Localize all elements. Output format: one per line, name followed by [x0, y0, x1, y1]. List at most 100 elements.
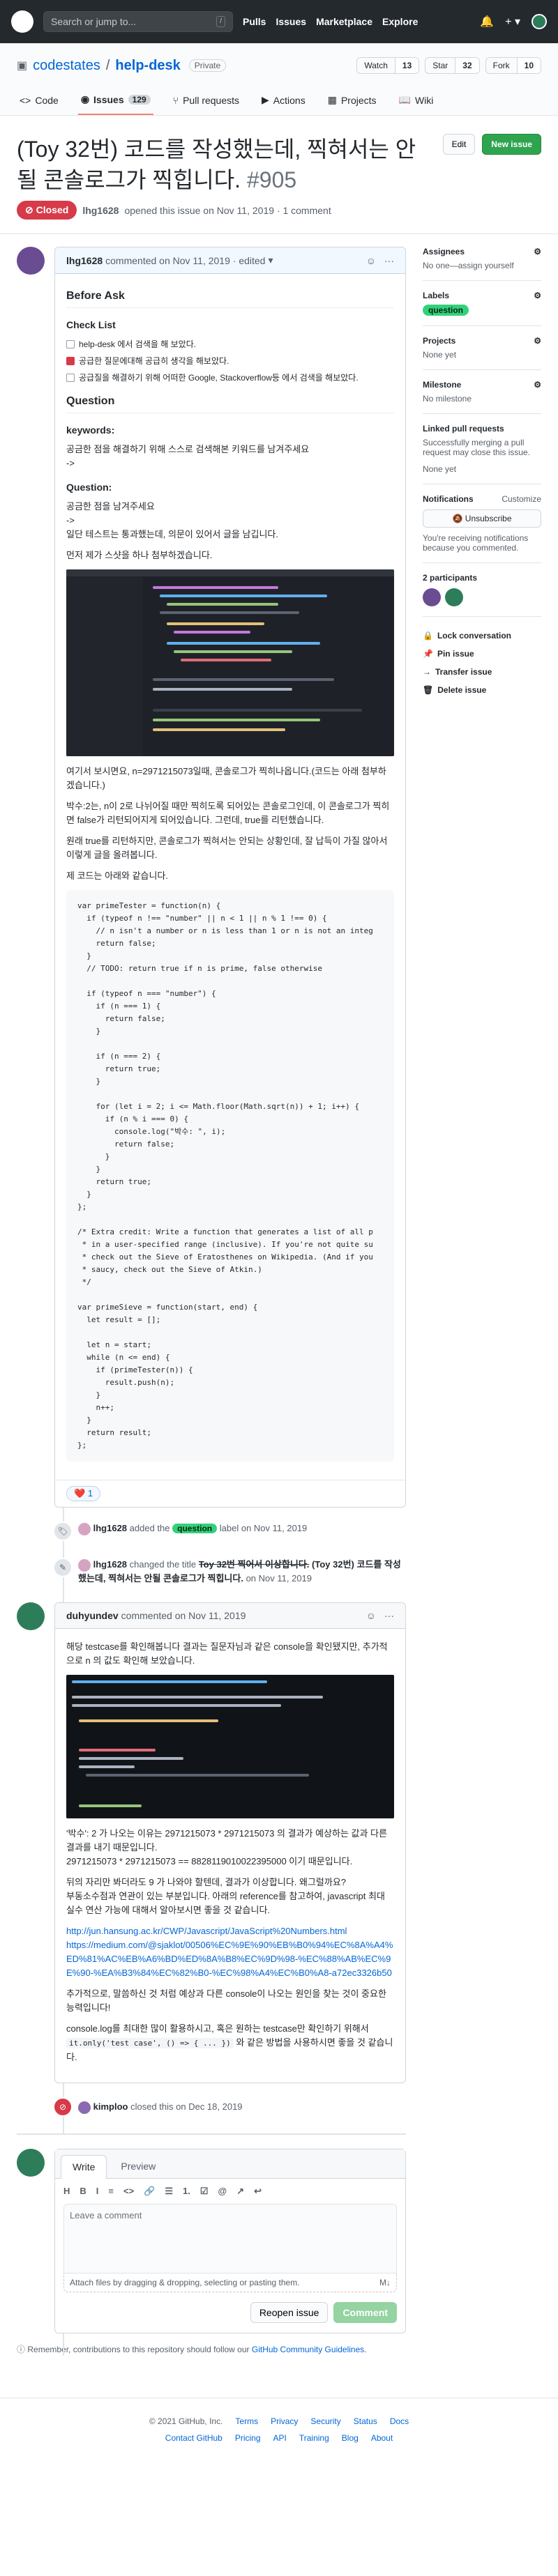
footer-link[interactable]: Training — [299, 2433, 329, 2443]
tab-projects[interactable]: ▦ Projects — [325, 86, 379, 115]
pin-issue-link[interactable]: 📌 Pin issue — [423, 645, 541, 663]
nav-marketplace[interactable]: Marketplace — [316, 16, 372, 27]
search-input[interactable]: Search or jump to... / — [43, 11, 233, 32]
assignees-header[interactable]: Assignees ⚙ — [423, 247, 541, 256]
tab-wiki[interactable]: 📖 Wiki — [396, 86, 437, 115]
reply-icon[interactable]: ↩ — [254, 2186, 262, 2197]
fork-button[interactable]: Fork 10 — [485, 57, 541, 74]
transfer-issue-link[interactable]: → Transfer issue — [423, 663, 541, 681]
gear-icon[interactable]: ⚙ — [534, 336, 541, 346]
new-issue-button[interactable]: New issue — [482, 134, 541, 155]
reference-icon[interactable]: ↗ — [236, 2186, 244, 2197]
avatar[interactable] — [17, 2149, 45, 2177]
repo-name-link[interactable]: help-desk — [115, 58, 180, 74]
unsubscribe-button[interactable]: 🔕 Unsubscribe — [423, 509, 541, 528]
footer-link[interactable]: Security — [310, 2416, 340, 2426]
footer-link[interactable]: Pricing — [235, 2433, 261, 2443]
checkbox-checked[interactable] — [66, 357, 75, 365]
label-question[interactable]: question — [423, 305, 469, 316]
bold-icon[interactable]: B — [80, 2186, 86, 2197]
tab-pull-requests[interactable]: ⑂ Pull requests — [170, 86, 242, 115]
avatar[interactable] — [445, 588, 463, 606]
avatar[interactable] — [17, 247, 45, 275]
label-question[interactable]: question — [172, 1524, 218, 1533]
delete-issue-link[interactable]: 🗑 Delete issue — [423, 681, 541, 699]
footer-link[interactable]: API — [273, 2433, 287, 2443]
markdown-icon[interactable]: M↓ — [379, 2278, 391, 2287]
tab-code[interactable]: <> Code — [17, 86, 61, 115]
customize-link[interactable]: Customize — [502, 494, 541, 504]
milestone-header[interactable]: Milestone ⚙ — [423, 380, 541, 390]
event-actor[interactable]: lhg1628 — [93, 1559, 127, 1570]
task-list-icon[interactable]: ☑ — [200, 2186, 209, 2197]
reference-link[interactable]: http://jun.hansung.ac.kr/CWP/Javascript/… — [66, 1926, 347, 1936]
avatar[interactable] — [423, 588, 441, 606]
footer-link[interactable]: Contact GitHub — [165, 2433, 223, 2443]
comment-author[interactable]: duhyundev — [66, 1610, 119, 1621]
footer-link[interactable]: Docs — [390, 2416, 409, 2426]
reactions-bar: ❤️ 1 — [55, 1480, 405, 1507]
avatar[interactable] — [78, 1522, 91, 1535]
gear-icon[interactable]: ⚙ — [534, 247, 541, 256]
bell-icon[interactable]: 🔔 — [480, 15, 494, 29]
kebab-icon[interactable]: ··· — [384, 1610, 394, 1621]
footer-link[interactable]: About — [371, 2433, 393, 2443]
mention-icon[interactable]: @ — [218, 2186, 227, 2197]
smiley-icon[interactable]: ☺ — [366, 1610, 376, 1621]
edit-button[interactable]: Edit — [442, 134, 476, 155]
attach-files-area[interactable]: Attach files by dragging & dropping, sel… — [63, 2274, 397, 2292]
labels-header[interactable]: Labels ⚙ — [423, 291, 541, 300]
quote-icon[interactable]: ≡ — [108, 2186, 114, 2197]
footer-link[interactable]: Terms — [235, 2416, 258, 2426]
tab-preview[interactable]: Preview — [110, 2155, 167, 2178]
tab-write[interactable]: Write — [61, 2155, 107, 2179]
kebab-icon[interactable]: ··· — [384, 255, 394, 266]
github-logo-icon[interactable] — [11, 10, 33, 33]
heading-icon[interactable]: H — [63, 2186, 70, 2197]
footer-link[interactable]: Blog — [342, 2433, 359, 2443]
nav-issues[interactable]: Issues — [276, 16, 306, 27]
guidelines-link[interactable]: GitHub Community Guidelines — [252, 2345, 364, 2354]
link-icon[interactable]: 🔗 — [144, 2186, 155, 2197]
terminal-screenshot[interactable] — [66, 1675, 394, 1818]
issue-author[interactable]: lhg1628 — [82, 205, 119, 216]
italic-icon[interactable]: I — [96, 2186, 99, 2197]
heart-reaction[interactable]: ❤️ 1 — [66, 1486, 101, 1501]
footer-link[interactable]: Privacy — [271, 2416, 298, 2426]
event-actor[interactable]: kimploo — [93, 2101, 128, 2112]
comment-meta[interactable]: commented on Nov 11, 2019 — [121, 1610, 246, 1621]
user-avatar[interactable] — [531, 14, 547, 29]
comment-textarea[interactable]: Leave a comment — [63, 2204, 397, 2274]
reopen-issue-button[interactable]: Reopen issue — [250, 2302, 329, 2323]
bullet-list-icon[interactable]: ☰ — [165, 2186, 173, 2197]
reference-link[interactable]: https://medium.com/@sjaklot/00506%EC%9E%… — [66, 1940, 393, 1978]
avatar[interactable] — [17, 1602, 45, 1630]
nav-pulls[interactable]: Pulls — [243, 16, 266, 27]
comment-meta[interactable]: commented on Nov 11, 2019 · edited — [105, 255, 265, 266]
repo-owner-link[interactable]: codestates — [33, 58, 100, 74]
watch-button[interactable]: Watch 13 — [356, 57, 420, 74]
plus-icon[interactable]: + ▾ — [505, 15, 520, 29]
checkbox[interactable] — [66, 374, 75, 382]
gear-icon[interactable]: ⚙ — [534, 291, 541, 300]
editor-screenshot[interactable] — [66, 569, 394, 756]
tab-actions[interactable]: ▶ Actions — [259, 86, 308, 115]
code-icon[interactable]: <> — [123, 2186, 134, 2197]
comment-author[interactable]: lhg1628 — [66, 255, 103, 266]
lock-conversation-link[interactable]: 🔒 Lock conversation — [423, 627, 541, 645]
avatar[interactable] — [78, 1558, 91, 1572]
footer-link[interactable]: Status — [354, 2416, 377, 2426]
avatar[interactable] — [78, 2101, 91, 2114]
tab-issues[interactable]: ◉ Issues 129 — [77, 86, 153, 115]
smiley-icon[interactable]: ☺ — [366, 255, 376, 266]
checkbox[interactable] — [66, 340, 75, 348]
gear-icon[interactable]: ⚙ — [534, 380, 541, 390]
comment-button[interactable]: Comment — [333, 2302, 397, 2323]
nav-explore[interactable]: Explore — [382, 16, 418, 27]
star-button[interactable]: Star 32 — [425, 57, 480, 74]
event-actor[interactable]: lhg1628 — [93, 1523, 127, 1533]
chevron-down-icon[interactable]: ▾ — [268, 254, 273, 266]
assignees-value[interactable]: No one—assign yourself — [423, 261, 541, 270]
projects-header[interactable]: Projects ⚙ — [423, 336, 541, 346]
numbered-list-icon[interactable]: 1. — [183, 2186, 190, 2197]
